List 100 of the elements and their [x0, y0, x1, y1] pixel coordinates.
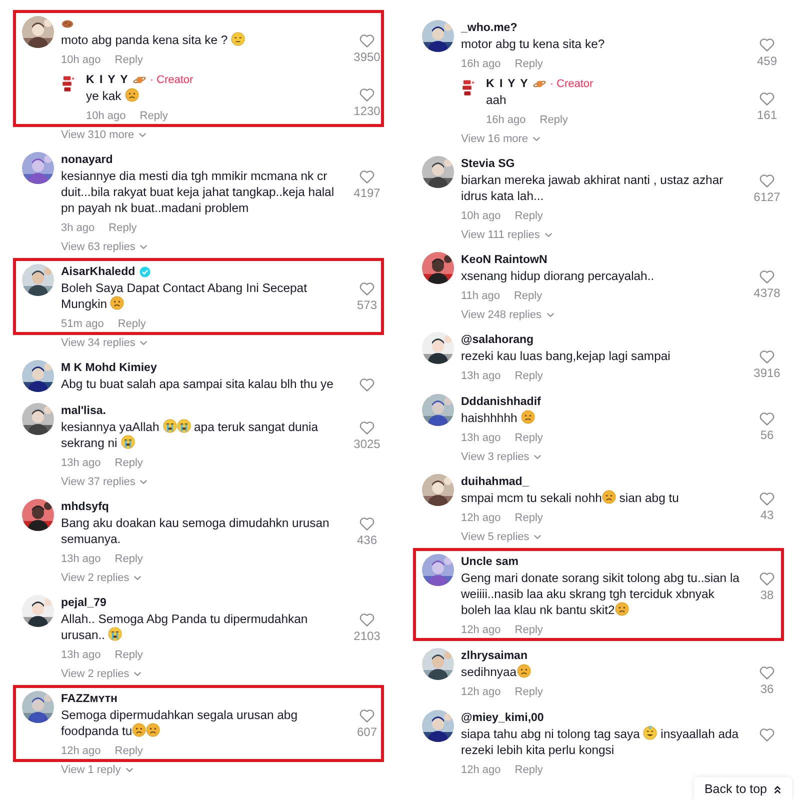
like-count: 38: [760, 588, 774, 602]
reply-link[interactable]: Reply: [108, 222, 137, 234]
heart-icon[interactable]: [759, 492, 775, 506]
heart-icon[interactable]: [359, 170, 375, 184]
reply-link[interactable]: Reply: [514, 624, 543, 636]
heart-icon[interactable]: [759, 666, 775, 680]
timestamp: 13h ago: [61, 456, 101, 468]
like-count: 573: [356, 298, 378, 312]
username[interactable]: AisarKhaledd: [61, 266, 136, 278]
view-replies-link[interactable]: View 3 replies: [461, 451, 542, 463]
reply-link[interactable]: Reply: [114, 456, 143, 468]
reply-link[interactable]: Reply: [514, 512, 543, 524]
heart-icon[interactable]: [759, 38, 775, 52]
username[interactable]: nonayard: [61, 154, 113, 166]
timestamp: 10h ago: [86, 110, 126, 122]
reply-link[interactable]: Reply: [514, 432, 543, 444]
heart-icon[interactable]: [359, 378, 375, 392]
view-replies-link[interactable]: View 2 replies: [61, 668, 142, 680]
sad-face-icon: [110, 296, 124, 310]
reply-link[interactable]: Reply: [514, 686, 543, 698]
neutral-face-icon: [231, 32, 246, 46]
view-replies-link[interactable]: View 310 more: [61, 129, 148, 141]
heart-icon[interactable]: [759, 572, 775, 586]
username[interactable]: mal'lisa.: [61, 404, 106, 416]
heart-icon[interactable]: [759, 270, 775, 284]
heart-icon[interactable]: [359, 34, 375, 48]
username[interactable]: FAZZᴍʏᴛʜ: [61, 692, 118, 704]
heart-icon[interactable]: [759, 412, 775, 426]
comment-text: motor abg tu kena sita ke?: [461, 36, 606, 52]
comment-text: siapa tahu abg ni tolong tag saya insyaallah ada rezeki lebih kita perlu kongsi: [461, 726, 740, 758]
reply-link[interactable]: Reply: [514, 764, 543, 776]
username[interactable]: mhdsyfq: [61, 500, 109, 512]
username[interactable]: @miey_kimi,00: [461, 712, 544, 724]
username[interactable]: zlhrysaiman: [461, 650, 528, 662]
timestamp: 13h ago: [61, 648, 101, 660]
view-replies-link[interactable]: View 111 replies: [461, 229, 553, 241]
reply-link[interactable]: Reply: [114, 54, 143, 66]
planet-icon: [532, 78, 546, 88]
view-replies-link[interactable]: View 1 reply: [61, 764, 134, 776]
heart-icon[interactable]: [359, 282, 375, 296]
comment-text: Geng mari donate sorang sikit tolong abg tu..sian la weiiii..nasib laa aku skrang tgh terciduk xbnyak boleh laa klau nk bantu skit2: [461, 570, 740, 618]
view-replies-link[interactable]: View 63 replies: [61, 241, 148, 253]
comment-text: Abg tu buat salah apa sampai sita kalau blh thu ye: [61, 376, 334, 392]
sad-face-icon: [146, 723, 160, 737]
username[interactable]: Dddanishhadif: [461, 396, 541, 408]
view-replies-link[interactable]: View 5 replies: [461, 531, 542, 543]
reply-link[interactable]: Reply: [114, 552, 143, 564]
comment-text: Semoga dipermudahkan segala urusan abg foodpanda tu: [61, 707, 298, 739]
heart-icon[interactable]: [759, 174, 775, 188]
view-replies-link[interactable]: View 2 replies: [61, 572, 142, 584]
chevron-down-icon: [532, 136, 542, 142]
heart-icon[interactable]: [359, 709, 375, 723]
view-replies-link[interactable]: View 34 replies: [61, 337, 148, 349]
username[interactable]: Stevia SG: [461, 158, 515, 170]
comment-text: aah: [486, 92, 508, 108]
view-replies-link[interactable]: View 248 replies: [461, 309, 555, 321]
heart-icon[interactable]: [759, 728, 775, 742]
timestamp: 13h ago: [461, 370, 501, 382]
reply-link[interactable]: Reply: [540, 114, 568, 126]
username[interactable]: _who.me?: [461, 22, 518, 34]
heart-icon[interactable]: [359, 517, 375, 531]
username[interactable]: M K Mohd Kimiey: [61, 362, 157, 374]
heart-icon[interactable]: [759, 92, 775, 106]
comment-text: ye kak: [86, 88, 194, 104]
reply-link[interactable]: Reply: [514, 290, 542, 302]
chevron-down-icon: [544, 232, 553, 238]
reply-link[interactable]: Reply: [514, 58, 543, 70]
username[interactable]: @salahorang: [461, 334, 534, 346]
heart-icon[interactable]: [359, 88, 375, 102]
username[interactable]: K I Y Y: [486, 78, 529, 90]
username[interactable]: K I Y Y: [86, 74, 129, 86]
comment-text: Boleh Saya Dapat Contact Abang Ini Secepat Mungkin: [61, 280, 308, 312]
username[interactable]: duihahmad_: [461, 476, 529, 488]
timestamp: 12h ago: [461, 512, 501, 524]
heart-icon[interactable]: [359, 421, 375, 435]
heart-icon[interactable]: [359, 613, 375, 627]
reply-link[interactable]: Reply: [114, 648, 143, 660]
reply-link[interactable]: Reply: [114, 744, 143, 756]
creator-label: · Creator: [150, 74, 194, 86]
view-replies-link[interactable]: View 16 more: [461, 133, 542, 145]
timestamp: 10h ago: [461, 210, 501, 222]
username[interactable]: KeoN RaintowN: [461, 254, 548, 266]
back-to-top-button[interactable]: Back to top: [694, 777, 792, 800]
reply-link[interactable]: Reply: [140, 110, 168, 122]
like-count: 3916: [754, 366, 780, 380]
like-count: 43: [760, 508, 774, 522]
like-count: 3950: [354, 50, 380, 64]
username[interactable]: Uncle sam: [461, 556, 519, 568]
view-replies-link[interactable]: View 37 replies: [61, 476, 148, 488]
reply-link[interactable]: Reply: [118, 318, 146, 330]
chevron-down-icon: [139, 244, 148, 250]
username[interactable]: pejal_79: [61, 596, 106, 608]
double-chevron-up-icon: [773, 784, 782, 794]
comment-text: haishhhhh: [461, 410, 743, 426]
reply-link[interactable]: Reply: [514, 210, 543, 222]
timestamp: 13h ago: [61, 552, 101, 564]
like-count: 161: [756, 108, 778, 122]
like-count: 2103: [354, 629, 380, 643]
heart-icon[interactable]: [759, 350, 775, 364]
reply-link[interactable]: Reply: [514, 370, 543, 382]
